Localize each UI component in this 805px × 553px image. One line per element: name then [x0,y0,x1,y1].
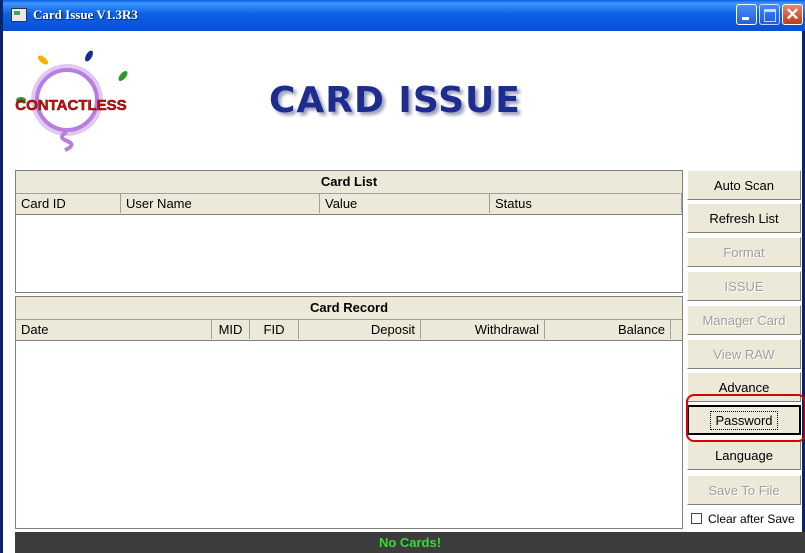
column-header-withdrawal[interactable]: Withdrawal [421,320,545,339]
column-header-fid[interactable]: FID [250,320,299,339]
banner-title: CARD ISSUE [269,80,521,121]
auto-scan-button[interactable]: Auto Scan [687,170,801,200]
manager-card-button[interactable]: Manager Card [687,305,801,335]
view-raw-button[interactable]: View RAW [687,339,801,369]
card-record-body[interactable] [16,341,682,529]
column-header-card-id[interactable]: Card ID [16,194,121,213]
clear-after-save-label: Clear after Save [708,512,795,526]
column-header-mid[interactable]: MID [212,320,250,339]
refresh-list-button[interactable]: Refresh List [687,203,801,233]
card-record-panel: Card Record Date MID FID Deposit Withdra… [15,296,683,529]
logo-text: CONTACTLESS [15,97,126,114]
column-header-balance[interactable]: Balance [545,320,671,339]
status-bar: No Cards! [15,532,805,553]
minimize-button[interactable] [736,4,757,25]
issue-button[interactable]: ISSUE [687,271,801,301]
card-list-panel: Card List Card ID User Name Value Status [15,170,683,293]
card-list-header: Card ID User Name Value Status [16,194,682,215]
card-list-body[interactable] [16,215,682,293]
card-list-title: Card List [16,171,682,194]
format-button[interactable]: Format [687,237,801,267]
card-record-title: Card Record [16,297,682,320]
column-header-user-name[interactable]: User Name [121,194,320,213]
app-icon[interactable] [11,8,27,22]
column-header-deposit[interactable]: Deposit [299,320,421,339]
column-header-status[interactable]: Status [490,194,682,213]
close-button[interactable]: ✕ [782,4,803,25]
contactless-logo: CONTACTLESS [15,50,128,152]
close-icon: ✕ [785,5,800,24]
card-record-header: Date MID FID Deposit Withdrawal Balance [16,320,682,341]
highlight-marker [686,394,805,442]
column-header-date[interactable]: Date [16,320,212,339]
save-to-file-button[interactable]: Save To File [687,475,801,505]
column-header-value[interactable]: Value [320,194,490,213]
maximize-button[interactable] [759,4,780,25]
clear-after-save-checkbox[interactable] [691,513,702,524]
app-window: Card Issue V1.3R3 ✕ CONTACTLESS CARD ISS… [0,0,805,553]
window-title: Card Issue V1.3R3 [33,7,138,22]
language-button[interactable]: Language [687,440,801,470]
title-bar[interactable]: Card Issue V1.3R3 ✕ [3,0,805,31]
